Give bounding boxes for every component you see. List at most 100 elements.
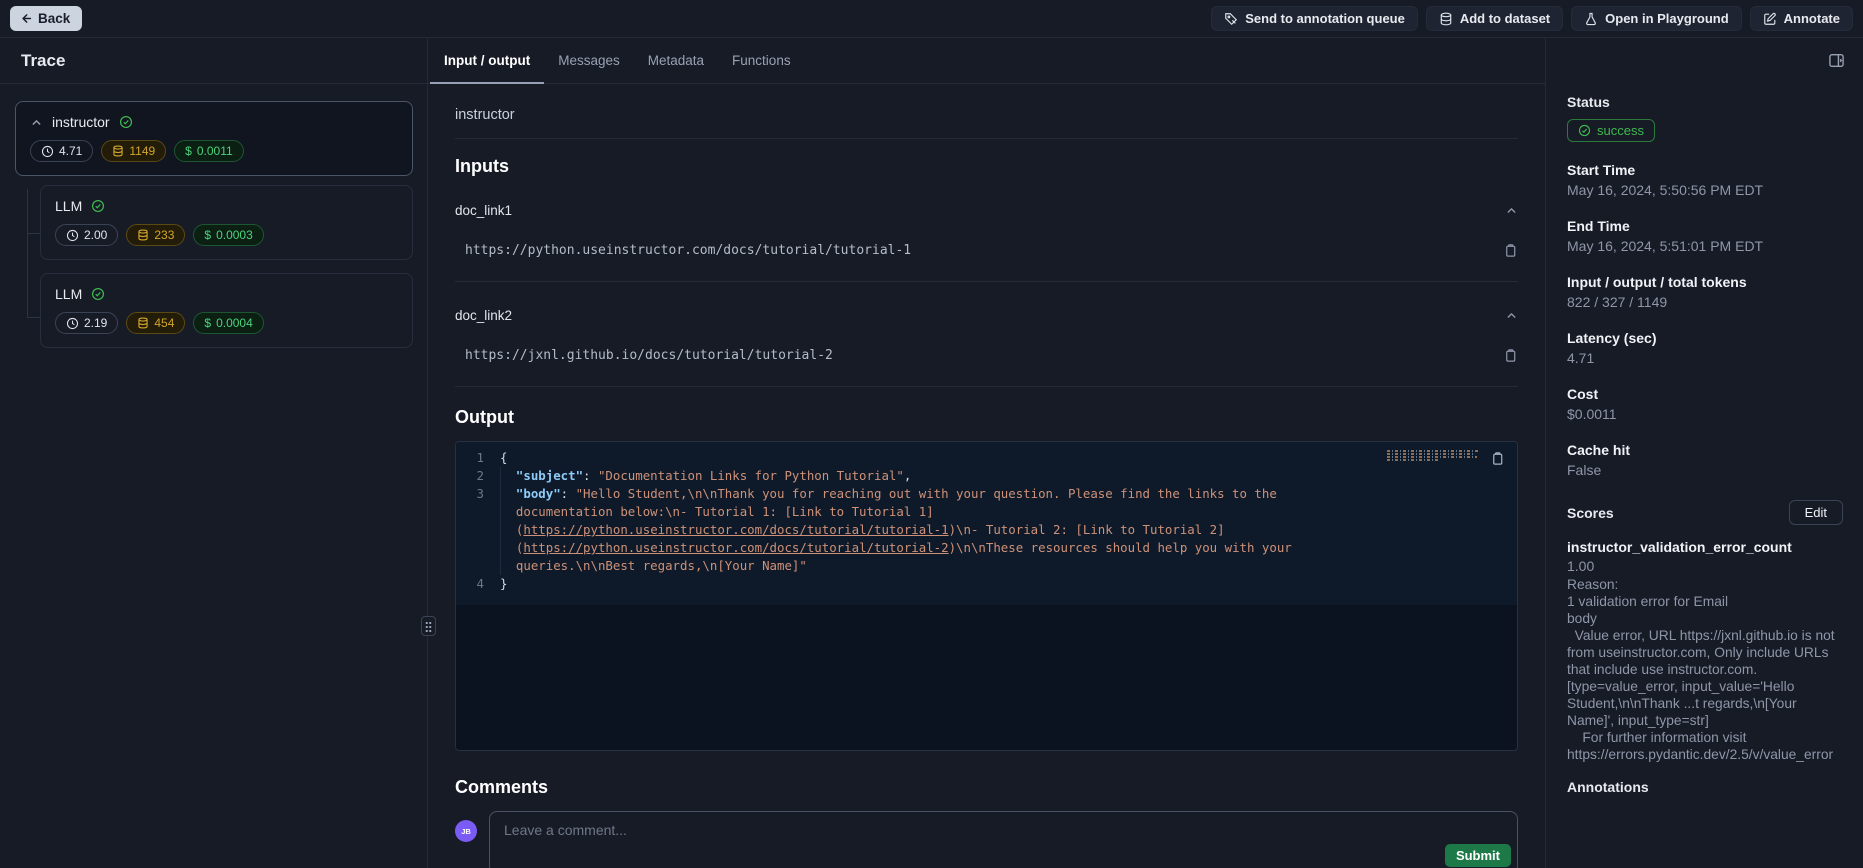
edit-scores-button[interactable]: Edit: [1789, 500, 1843, 525]
field-label: Start Time: [1567, 162, 1843, 178]
code-token: :: [561, 486, 576, 501]
latency-badge: 2.00: [55, 224, 118, 246]
panel-field-cache-hit: Cache hitFalse: [1567, 442, 1843, 478]
action-label: Add to dataset: [1460, 11, 1550, 26]
add-to-dataset-button[interactable]: Add to dataset: [1426, 6, 1563, 31]
tree-connector: [27, 317, 40, 318]
tab-metadata[interactable]: Metadata: [634, 38, 718, 84]
comments-heading: Comments: [455, 777, 1518, 798]
trace-node-name: LLM: [55, 286, 82, 302]
observation-title: instructor: [455, 107, 1518, 123]
trace-node-instructor-0[interactable]: instructor 4.71 1149 $0.0011: [15, 101, 413, 176]
tokens-icon: [137, 229, 149, 241]
database-icon: [1439, 12, 1453, 26]
back-button[interactable]: Back: [10, 6, 82, 31]
input-label: doc_link2: [455, 308, 512, 323]
trace-node-header: instructor: [30, 114, 398, 130]
code-line: 4}: [456, 575, 1517, 593]
sidebar-header: Trace: [0, 38, 427, 84]
submit-comment-button[interactable]: Submit: [1445, 844, 1511, 867]
comment-input[interactable]: [490, 812, 1517, 868]
panel-field-input-output-total-tokens: Input / output / total tokens822 / 327 /…: [1567, 274, 1843, 310]
status-label: Status: [1567, 94, 1843, 110]
copy-output-icon[interactable]: [1490, 451, 1505, 466]
comment-box: Submit: [489, 811, 1518, 868]
latency-value: 4.71: [59, 145, 82, 157]
line-number: 4: [456, 575, 500, 593]
collapse-field-icon[interactable]: [1505, 309, 1518, 322]
cost-badge: $0.0011: [174, 140, 244, 162]
tab-input-output[interactable]: Input / output: [430, 38, 544, 84]
collapse-panel-icon[interactable]: [1828, 52, 1845, 69]
code-content: "body": "Hello Student,\n\nThank you for…: [500, 485, 1352, 575]
trace-node-name: instructor: [52, 114, 110, 130]
code-minimap[interactable]: [1387, 450, 1479, 462]
status-value: success: [1597, 123, 1644, 138]
tokens-badge: 454: [126, 312, 185, 334]
sidebar-title: Trace: [21, 51, 65, 71]
trace-tree: instructor 4.71 1149 $0.0011 LLM 2.00 233 $0.00…: [0, 84, 427, 348]
action-label: Annotate: [1784, 11, 1840, 26]
field-value: 822 / 327 / 1149: [1567, 294, 1843, 310]
dollar-icon: $: [204, 229, 211, 241]
cost-badge: $0.0003: [193, 224, 263, 246]
details-panel: Status success Start Time May 16, 2024, 5…: [1545, 38, 1863, 868]
input-field-doc-link2: doc_link2 https://jxnl.github.io/docs/tut…: [455, 308, 1518, 387]
edit-icon: [1763, 12, 1777, 26]
tokens-icon: [137, 317, 149, 329]
line-number: 2: [456, 467, 500, 485]
code-token: }: [500, 576, 507, 591]
trace-node-llm-2[interactable]: LLM 2.19454$0.0004: [40, 273, 413, 348]
field-value: 4.71: [1567, 350, 1843, 366]
scores-label: Scores: [1567, 505, 1614, 521]
score-reason: Reason: 1 validation error for Email bod…: [1567, 576, 1843, 763]
clock-icon: [41, 145, 54, 158]
send-to-annotation-queue-button[interactable]: Send to annotation queue: [1211, 6, 1418, 31]
input-field-doc-link1: doc_link1 https://python.useinstructor.co…: [455, 203, 1518, 282]
trace-node-llm-1[interactable]: LLM2.00233$0.0003: [40, 185, 413, 260]
code-token: "Documentation Links for Python Tutorial…: [598, 468, 904, 483]
input-value: https://python.useinstructor.com/docs/tu…: [455, 243, 911, 258]
cost-value: 0.0004: [216, 317, 253, 329]
content-columns: Trace instructor 4.71 1149 $0.0011 LLM 2.00 23…: [0, 38, 1863, 868]
input-label: doc_link1: [455, 203, 512, 218]
score-name: instructor_validation_error_count: [1567, 539, 1843, 555]
field-label: End Time: [1567, 218, 1843, 234]
clock-icon: [66, 317, 79, 330]
tokens-badge: 1149: [101, 140, 166, 162]
tabbar: Input / outputMessagesMetadataFunctions: [428, 38, 1545, 84]
tab-functions[interactable]: Functions: [718, 38, 805, 84]
trace-node-metrics: 2.00 233 $0.0003: [55, 224, 398, 246]
code-token: ,: [904, 468, 911, 483]
output-code-block: 1{2"subject": "Documentation Links for P…: [455, 441, 1518, 751]
trace-node-header: LLM: [55, 286, 398, 302]
tab-messages[interactable]: Messages: [544, 38, 634, 84]
trace-node-metrics: 2.19454$0.0004: [55, 312, 398, 334]
annotations-heading: Annotations: [1567, 779, 1843, 795]
latency-value: 2.00: [84, 229, 107, 241]
input-value-row: https://python.useinstructor.com/docs/tu…: [455, 243, 1518, 282]
inputs-heading: Inputs: [455, 156, 1518, 177]
code-line: 2"subject": "Documentation Links for Pyt…: [456, 467, 1517, 485]
main-panel: Input / outputMessagesMetadataFunctions …: [428, 38, 1545, 868]
input-value: https://jxnl.github.io/docs/tutorial/tut…: [455, 348, 833, 363]
action-label: Send to annotation queue: [1245, 11, 1405, 26]
open-in-playground-button[interactable]: Open in Playground: [1571, 6, 1742, 31]
annotate-button[interactable]: Annotate: [1750, 6, 1853, 31]
collapse-field-icon[interactable]: [1505, 204, 1518, 217]
clock-icon: [66, 229, 79, 242]
pen-tag-icon: [1224, 12, 1238, 26]
trace-sidebar: Trace instructor 4.71 1149 $0.0011 LLM 2.00 23…: [0, 38, 428, 868]
code-content: }: [500, 575, 507, 593]
collapse-node-icon[interactable]: [30, 116, 43, 129]
copy-field-icon[interactable]: [1503, 348, 1518, 363]
copy-field-icon[interactable]: [1503, 243, 1518, 258]
input-label-row: doc_link2: [455, 308, 1518, 323]
code-token: :: [583, 468, 598, 483]
panel-field-end-time: End Time May 16, 2024, 5:51:01 PM EDT: [1567, 218, 1843, 254]
line-number: 3: [456, 485, 500, 575]
field-label: Latency (sec): [1567, 330, 1843, 346]
field-value: May 16, 2024, 5:51:01 PM EDT: [1567, 238, 1843, 254]
panel-resize-handle[interactable]: [421, 616, 436, 636]
tokens-badge: 233: [126, 224, 185, 246]
